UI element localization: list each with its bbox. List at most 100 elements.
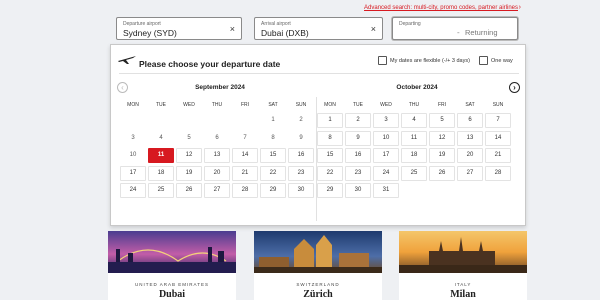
calendar-day[interactable]: 24: [373, 165, 399, 181]
calendar-day[interactable]: 16: [288, 148, 314, 164]
calendar-day[interactable]: 31: [373, 183, 399, 199]
flight-search-page: Advanced search: multi-city, promo codes…: [0, 0, 600, 300]
month-title-october: October 2024: [396, 84, 438, 91]
calendar-day[interactable]: 27: [204, 183, 230, 199]
advanced-search-link[interactable]: Advanced search: multi-city, promo codes…: [364, 5, 518, 11]
calendar-day[interactable]: 7: [485, 113, 511, 128]
weekday-header: TUE: [156, 102, 166, 108]
calendar-day[interactable]: 25: [148, 183, 174, 199]
one-way-checkbox[interactable]: [479, 56, 488, 65]
travel-dates-field[interactable]: Departing - Returning: [392, 17, 518, 40]
calendar-day[interactable]: 20: [457, 148, 483, 164]
calendar-day[interactable]: 20: [204, 165, 230, 181]
calendar-day[interactable]: 19: [429, 148, 455, 164]
calendar-day[interactable]: 3: [120, 130, 146, 146]
calendar-day[interactable]: 27: [457, 165, 483, 181]
calendar-day[interactable]: 10: [120, 148, 146, 164]
calendar-day[interactable]: 12: [176, 148, 202, 164]
calendar-day[interactable]: 18: [148, 165, 174, 181]
calendar-day[interactable]: 4: [148, 130, 174, 146]
calendar-day[interactable]: 22: [260, 165, 286, 181]
weekday-header: FRI: [240, 102, 250, 108]
one-way-label[interactable]: One way: [491, 58, 513, 64]
calendar-day[interactable]: 10: [373, 130, 399, 146]
calendar-day[interactable]: 6: [457, 113, 483, 128]
calendar-day[interactable]: 14: [232, 148, 258, 164]
calendar-day[interactable]: 8: [317, 130, 343, 146]
zurich-photo: [254, 231, 382, 273]
calendar-day[interactable]: 29: [317, 183, 343, 199]
calendar-day[interactable]: 16: [345, 148, 371, 164]
destination-card[interactable]: ITALY Milan: [399, 231, 527, 300]
calendar-day[interactable]: 24: [120, 183, 146, 199]
calendar-day[interactable]: 5: [176, 130, 202, 146]
calendar-day[interactable]: 15: [317, 148, 343, 164]
destination-city: Milan: [450, 289, 476, 300]
calendar-day[interactable]: 7: [232, 130, 258, 146]
calendar-day[interactable]: 1: [317, 113, 343, 128]
destination-city: Dubai: [158, 289, 186, 300]
calendar-day[interactable]: 15: [260, 148, 286, 164]
returning-placeholder: Returning: [465, 28, 498, 37]
arrival-airport-label: Arrival airport: [261, 21, 291, 27]
milan-photo: [399, 231, 527, 273]
calendar-day[interactable]: 18: [401, 148, 427, 164]
weekday-header: FRI: [437, 102, 447, 108]
flexible-dates-label[interactable]: My dates are flexible (-/+ 3 days): [390, 58, 470, 64]
dubai-photo: [108, 231, 236, 273]
clear-icon[interactable]: ×: [371, 24, 376, 34]
weekday-header: SUN: [492, 102, 504, 108]
calendar-day[interactable]: 23: [288, 165, 314, 181]
arrival-airport-field[interactable]: Arrival airport Dubai (DXB) ×: [254, 17, 383, 40]
calendar-day[interactable]: 30: [288, 183, 314, 199]
calendar-day[interactable]: 6: [204, 130, 230, 146]
calendar-day[interactable]: 21: [485, 148, 511, 164]
calendar-day[interactable]: 30: [345, 183, 371, 199]
calendar-day[interactable]: 13: [204, 148, 230, 164]
divider: [119, 73, 519, 74]
calendar-day[interactable]: 17: [120, 165, 146, 181]
destination-city: Zürich: [303, 289, 333, 300]
destination-card[interactable]: UNITED ARAB EMIRATES Dubai: [108, 231, 236, 300]
calendar-day[interactable]: 26: [176, 183, 202, 199]
flexible-dates-checkbox[interactable]: [378, 56, 387, 65]
month-title-september: September 2024: [195, 84, 245, 91]
calendar-day[interactable]: 1: [260, 113, 286, 128]
weekday-header: MON: [127, 102, 139, 108]
destination-country: SWITZERLAND: [296, 282, 340, 287]
calendar-day[interactable]: 12: [429, 130, 455, 146]
calendar-day[interactable]: 4: [401, 113, 427, 128]
arrival-airport-value: Dubai (DXB): [261, 28, 309, 38]
calendar-day[interactable]: 2: [288, 113, 314, 128]
calendar-day[interactable]: 17: [373, 148, 399, 164]
departure-airport-field[interactable]: Departure airport Sydney (SYD) ×: [116, 17, 242, 40]
calendar-day[interactable]: 11: [148, 148, 174, 164]
date-picker-title: Please choose your departure date: [139, 59, 281, 69]
calendar-day[interactable]: 29: [260, 183, 286, 199]
calendar-day[interactable]: 22: [317, 165, 343, 181]
airplane-icon: [118, 56, 136, 64]
destination-card[interactable]: SWITZERLAND Zürich: [254, 231, 382, 300]
calendar-day[interactable]: 21: [232, 165, 258, 181]
calendar-day[interactable]: 28: [485, 165, 511, 181]
weekday-header: SUN: [295, 102, 307, 108]
calendar-day[interactable]: 13: [457, 130, 483, 146]
calendar-day[interactable]: 2: [345, 113, 371, 128]
calendar-day[interactable]: 11: [401, 130, 427, 146]
calendar-day[interactable]: 9: [345, 130, 371, 146]
weekday-header: SAT: [465, 102, 475, 108]
calendar-day[interactable]: 26: [429, 165, 455, 181]
calendar-day[interactable]: 5: [429, 113, 455, 128]
departing-label: Departing: [399, 21, 421, 27]
calendar-day[interactable]: 9: [288, 130, 314, 146]
calendar-day[interactable]: 28: [232, 183, 258, 199]
calendar-day[interactable]: 8: [260, 130, 286, 146]
clear-icon[interactable]: ×: [230, 24, 235, 34]
calendar-day[interactable]: 19: [176, 165, 202, 181]
calendar-day[interactable]: 23: [345, 165, 371, 181]
calendar-day[interactable]: 25: [401, 165, 427, 181]
weekday-header: MON: [324, 102, 336, 108]
calendar-day[interactable]: 3: [373, 113, 399, 128]
weekday-header: THU: [211, 102, 223, 108]
calendar-day[interactable]: 14: [485, 130, 511, 146]
